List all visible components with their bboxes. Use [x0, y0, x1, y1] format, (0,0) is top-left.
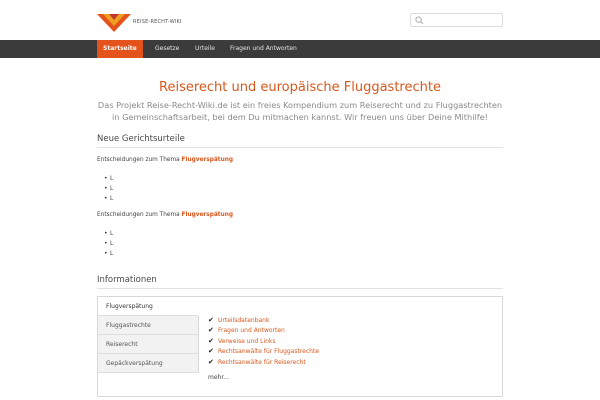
site-header: REISE-RECHT-WIKI — [0, 0, 600, 40]
link-rechtsanwaelte-reiserecht[interactable]: ✔ Rechtsanwälte für Reiserecht — [208, 357, 498, 367]
rulings-list: L L L — [104, 229, 113, 259]
search-input[interactable] — [426, 15, 500, 25]
link-fragen-und-antworten[interactable]: ✔ Fragen und Antworten — [208, 325, 498, 335]
list-item[interactable]: L — [104, 174, 113, 184]
check-icon: ✔ — [208, 326, 214, 335]
rulings-topic-line: Entscheidungen zum Thema Flugverspätung — [97, 212, 233, 218]
tab-gepaeckverspaetung[interactable]: Gepäckverspätung — [98, 354, 199, 373]
intro-text: Das Projekt Reise-Recht-Wiki.de ist ein … — [97, 100, 503, 122]
link-label: Fragen und Antworten — [218, 327, 285, 335]
link-urteilsdatenbank[interactable]: ✔ Urteilsdatenbank — [208, 315, 498, 325]
topic-prefix: Entscheidungen zum Thema — [97, 157, 180, 163]
tab-panel-flugverspaetung: ✔ Urteilsdatenbank ✔ Fragen und Antworten … — [208, 315, 498, 381]
list-item[interactable]: L — [104, 194, 113, 204]
link-label: Verweise und Links — [218, 337, 276, 345]
section-title-information: Informationen — [97, 275, 157, 285]
link-label: Rechtsanwälte für Fluggastrechte — [218, 348, 320, 356]
vertical-tabs: Flugverspätung Fluggastrechte Reiserecht… — [98, 297, 199, 373]
topic-link-flugverspaetung[interactable]: Flugverspätung — [182, 212, 233, 218]
link-label: Rechtsanwälte für Reiserecht — [218, 358, 306, 366]
nav-item-startseite[interactable]: Startseite — [97, 40, 143, 58]
section-divider — [97, 147, 503, 148]
link-verweise-und-links[interactable]: ✔ Verweise und Links — [208, 336, 498, 346]
tab-flugverspaetung[interactable]: Flugverspätung — [98, 297, 199, 316]
check-icon: ✔ — [208, 336, 214, 345]
nav-item-gesetze[interactable]: Gesetze — [149, 40, 185, 58]
check-icon: ✔ — [208, 347, 214, 356]
rulings-list: L L L — [104, 174, 113, 204]
nav-item-urteile[interactable]: Urteile — [189, 40, 221, 58]
link-rechtsanwaelte-fluggastrechte[interactable]: ✔ Rechtsanwälte für Fluggastrechte — [208, 346, 498, 356]
list-item[interactable]: L — [104, 229, 113, 239]
info-tabs-box: Flugverspätung Fluggastrechte Reiserecht… — [97, 296, 503, 397]
main-navigation: Startseite Gesetze Urteile Fragen und An… — [0, 40, 600, 58]
site-logo[interactable] — [97, 14, 131, 32]
list-item[interactable]: L — [104, 239, 113, 249]
topic-prefix: Entscheidungen zum Thema — [97, 212, 180, 218]
section-title-rulings: Neue Gerichtsurteile — [97, 134, 185, 144]
logo-text: REISE-RECHT-WIKI — [133, 19, 182, 25]
tab-reiserecht[interactable]: Reiserecht — [98, 335, 199, 354]
list-item[interactable]: L — [104, 184, 113, 194]
link-label: Urteilsdatenbank — [218, 317, 270, 324]
rulings-topic-line: Entscheidungen zum Thema Flugverspätung — [97, 157, 233, 163]
section-divider — [97, 288, 503, 289]
topic-link-flugverspaetung[interactable]: Flugverspätung — [182, 157, 233, 163]
search-icon — [415, 16, 424, 25]
page-title: Reiserecht und europäische Fluggastrecht… — [159, 80, 441, 95]
more-link[interactable]: mehr... — [208, 374, 498, 381]
tab-fluggastrechte[interactable]: Fluggastrechte — [98, 316, 199, 335]
nav-item-fragen-und-antworten[interactable]: Fragen und Antworten — [224, 40, 303, 58]
list-item[interactable]: L — [104, 249, 113, 259]
check-icon: ✔ — [208, 316, 214, 324]
check-icon: ✔ — [208, 357, 214, 366]
search-box[interactable] — [410, 13, 503, 27]
